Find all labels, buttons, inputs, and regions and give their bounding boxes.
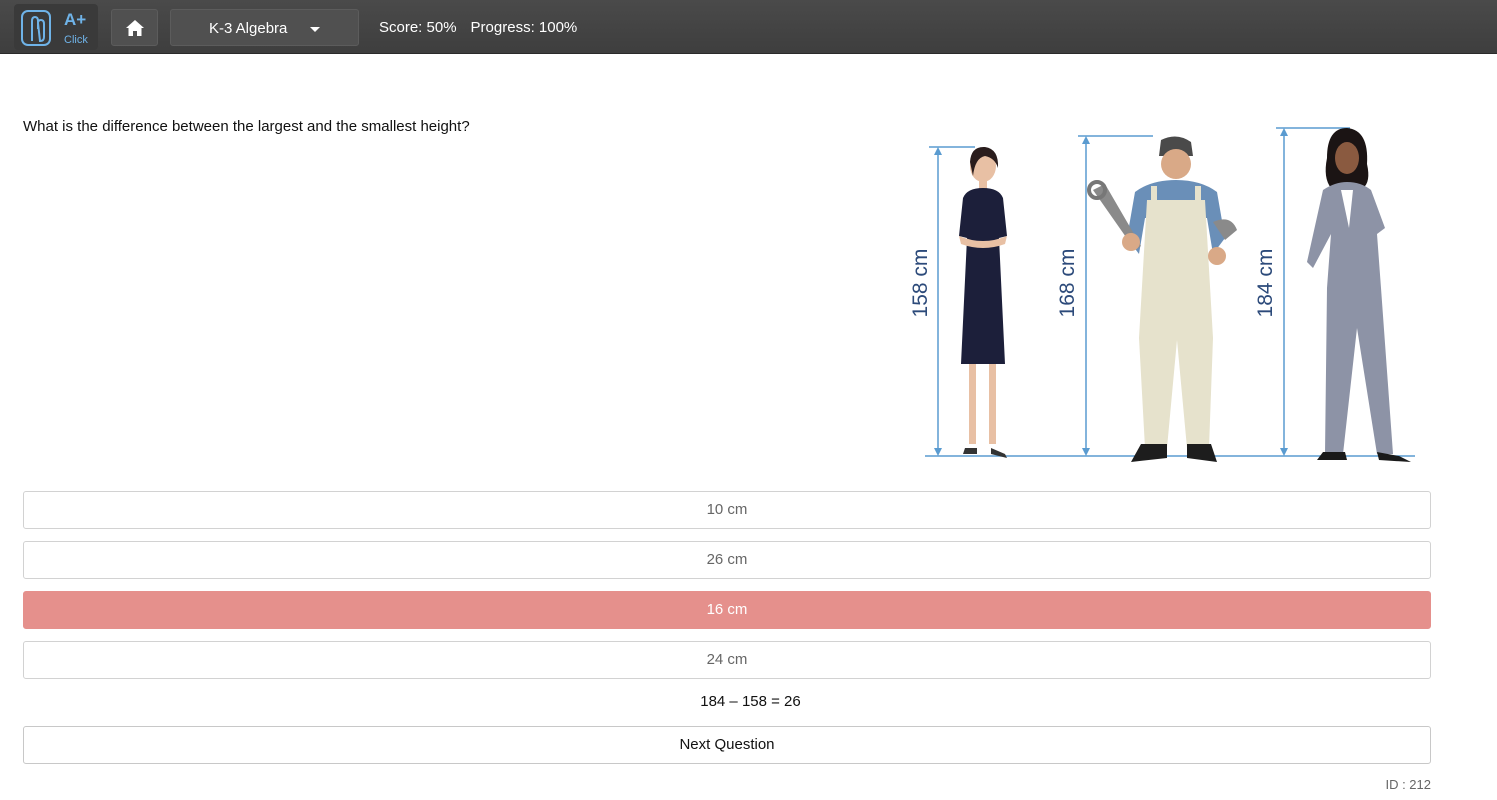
progress-text: Progress: 100% bbox=[470, 19, 578, 36]
height-label-3: 184 cm bbox=[1254, 249, 1277, 318]
course-title: K-3 Algebra bbox=[209, 20, 288, 37]
app-logo[interactable]: A+ Click bbox=[14, 4, 98, 50]
logo-subtext: Click bbox=[64, 34, 88, 46]
answer-explanation: 184 – 158 = 26 bbox=[700, 693, 801, 710]
height-illustration: 158 cm 168 cm 184 cm bbox=[909, 127, 1415, 462]
logo-text: A+ bbox=[64, 10, 87, 29]
person-woman-suit bbox=[1307, 128, 1411, 462]
person-woman-dress bbox=[959, 146, 1007, 458]
chevron-down-icon bbox=[310, 27, 320, 32]
answer-choice-4[interactable]: 24 cm bbox=[23, 641, 1431, 679]
score-progress: Score: 50% Progress: 100% bbox=[379, 19, 577, 36]
answer-choice-1[interactable]: 10 cm bbox=[23, 491, 1431, 529]
course-dropdown[interactable]: K-3 Algebra bbox=[170, 9, 359, 46]
next-question-button[interactable]: Next Question bbox=[23, 726, 1431, 764]
home-icon bbox=[125, 19, 144, 36]
height-label-1: 158 cm bbox=[909, 249, 932, 318]
home-button[interactable] bbox=[111, 9, 158, 46]
logo-hand-icon bbox=[21, 10, 51, 46]
person-plumber bbox=[1087, 136, 1237, 462]
answer-choice-3-selected-wrong[interactable]: 16 cm bbox=[23, 591, 1431, 629]
question-text: What is the difference between the large… bbox=[23, 118, 470, 135]
height-label-2: 168 cm bbox=[1056, 249, 1079, 318]
answer-choice-2[interactable]: 26 cm bbox=[23, 541, 1431, 579]
score-text: Score: 50% bbox=[379, 19, 457, 36]
question-id: ID : 212 bbox=[1385, 777, 1431, 792]
top-bar: A+ Click K-3 Algebra Score: 50% Progress:… bbox=[0, 0, 1497, 54]
height-figure: 158 cm 168 cm 184 cm bbox=[895, 118, 1435, 468]
